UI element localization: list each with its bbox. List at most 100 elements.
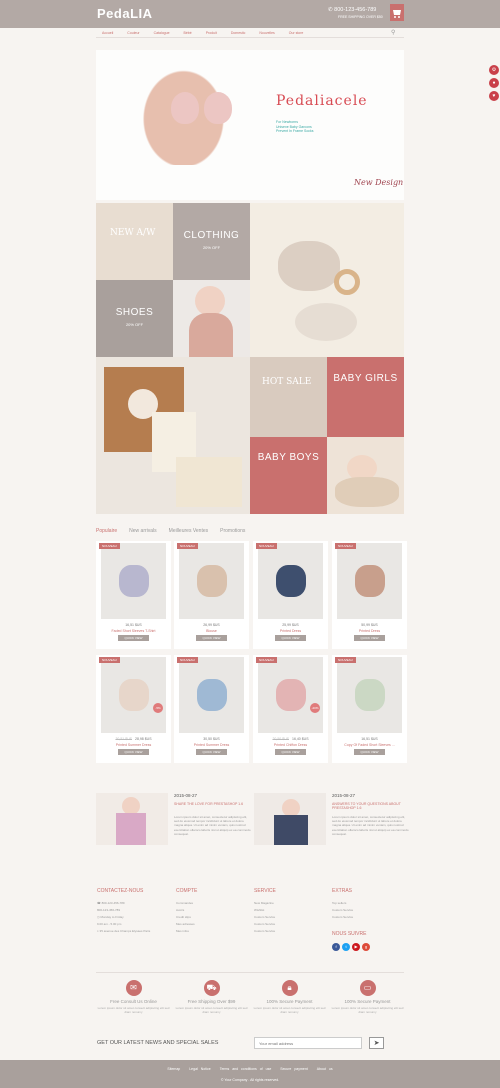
hot-sale-banner[interactable]: HOT SALE (250, 357, 327, 437)
quick-view-button[interactable]: QUICK VIEW (118, 749, 149, 755)
blog-title[interactable]: ANSWERS TO YOUR QUESTIONS ABOUT PRESTASH… (332, 802, 409, 810)
nav-item[interactable]: Produit (206, 31, 217, 35)
clothing-discount: 20% OFF (202, 245, 221, 250)
product-image[interactable] (337, 543, 402, 619)
nav-item[interactable]: Domestic (231, 31, 246, 35)
tab-popular[interactable]: Populaire (96, 528, 117, 534)
bottom-link[interactable]: Terms and conditions of use (220, 1067, 272, 1071)
quick-view-button[interactable]: QUICK VIEW (196, 749, 227, 755)
product-price: 16,51 $US (332, 737, 407, 741)
footer-link[interactable]: New Magazine (254, 900, 334, 907)
baby-boys-banner[interactable]: BABY BOYS (250, 437, 327, 514)
footer-link[interactable]: Top sellers (332, 900, 412, 907)
elephant-toy-photo[interactable] (250, 203, 404, 357)
footer-link[interactable]: Credit slips (176, 914, 256, 921)
blog-image[interactable] (254, 793, 326, 845)
product-image[interactable] (179, 657, 244, 733)
bottom-link[interactable]: Secure payment (280, 1067, 308, 1071)
product-name[interactable]: Printed Dress (332, 629, 407, 633)
product-name[interactable]: Printed Summer Dress (174, 743, 249, 747)
side-tool-1[interactable]: ⚙ (489, 65, 499, 75)
quick-view-button[interactable]: QUICK VIEW (275, 749, 306, 755)
site-logo[interactable]: PedaLIA (97, 6, 153, 21)
quick-view-button[interactable]: QUICK VIEW (196, 635, 227, 641)
youtube-icon[interactable]: ▶ (352, 943, 360, 951)
quick-view-button[interactable]: QUICK VIEW (275, 635, 306, 641)
product-card[interactable]: NOUVEAU 30,50 $US Printed Summer Dress QUIC… (174, 655, 249, 763)
product-name[interactable]: Copy Of Faded Short Sleeves ... (332, 743, 407, 747)
baby-girl-photo[interactable] (173, 280, 250, 357)
blog-post[interactable]: 2015-08-27 SHARE THE LOVE FOR PRESTASHOP… (96, 793, 251, 863)
footer-contact-title: CONTACTEZ-NOUS (97, 888, 144, 894)
current-price: 25,99 $US (282, 623, 299, 627)
product-name[interactable]: Faded Short Sleeves T-Shirt (96, 629, 171, 633)
gift-box-photo[interactable] (96, 357, 250, 514)
bottom-link[interactable]: Legal Notice (189, 1067, 210, 1071)
footer-link[interactable]: Commandes (176, 900, 256, 907)
tab-promotions[interactable]: Promotions (220, 528, 245, 534)
nav-item[interactable]: Nouvelles (259, 31, 274, 35)
footer-link[interactable]: Mes adresses (176, 921, 256, 928)
blog-image[interactable] (96, 793, 168, 845)
footer-link[interactable]: Custom Service (254, 914, 334, 921)
search-icon[interactable]: ⚲ (391, 29, 395, 36)
new-aw-banner[interactable]: NEW A/W (96, 203, 173, 280)
footer-link[interactable]: Custom Service (332, 907, 412, 914)
footer-link[interactable]: Custom Service (254, 928, 334, 935)
nav-item[interactable]: Our store (289, 31, 304, 35)
product-card[interactable]: NOUVEAU 16,51 $US Copy Of Faded Short Slee… (332, 655, 407, 763)
footer-link[interactable]: Avoirs (176, 907, 256, 914)
tab-new-arrivals[interactable]: New arrivals (129, 528, 157, 534)
current-price: 16,51 $US (361, 737, 378, 741)
product-image[interactable] (101, 543, 166, 619)
twitter-icon[interactable]: t (342, 943, 350, 951)
product-card[interactable]: -5% NOUVEAU 30,51 $US 28,98 $US Printed Summ… (96, 655, 171, 763)
nav-item[interactable]: Catalogue (154, 31, 170, 35)
product-card[interactable]: NOUVEAU 25,99 $US Printed Dress QUICK VIEW (253, 541, 328, 649)
product-image[interactable]: -20% (258, 657, 323, 733)
footer-account-title: COMPTE (176, 888, 198, 894)
product-image[interactable]: -5% (101, 657, 166, 733)
shoes-banner[interactable]: SHOES 20% OFF (96, 280, 173, 357)
bottom-link[interactable]: About us (317, 1067, 333, 1071)
product-image[interactable] (258, 543, 323, 619)
product-card[interactable]: NOUVEAU 26,99 $US Blouse QUICK VIEW (174, 541, 249, 649)
newsletter-email-input[interactable] (254, 1037, 362, 1049)
quick-view-button[interactable]: QUICK VIEW (354, 749, 385, 755)
baby-girls-banner[interactable]: BABY GIRLS (327, 357, 404, 437)
side-tool-3[interactable]: ♥ (489, 91, 499, 101)
sleeping-baby-photo[interactable] (327, 437, 404, 514)
product-name[interactable]: Blouse (174, 629, 249, 633)
footer-link[interactable]: Custom Service (332, 914, 412, 921)
newsletter-submit-button[interactable]: ➤ (369, 1037, 384, 1049)
nav-item[interactable]: Accueil (102, 31, 113, 35)
nav-item[interactable]: Couleur (127, 31, 139, 35)
bottom-link[interactable]: Sitemap (167, 1067, 180, 1071)
footer-link[interactable]: Wishlist (254, 907, 334, 914)
blog-title[interactable]: SHARE THE LOVE FOR PRESTASHOP 1.6 (174, 802, 251, 806)
product-card[interactable]: -20% NOUVEAU 20,50 $US 16,40 $US Printed Chi… (253, 655, 328, 763)
product-image[interactable] (337, 657, 402, 733)
product-card[interactable]: NOUVEAU 16,51 $US Faded Short Sleeves T-Sh… (96, 541, 171, 649)
product-image[interactable] (179, 543, 244, 619)
facebook-icon[interactable]: f (332, 943, 340, 951)
product-name[interactable]: Printed Dress (253, 629, 328, 633)
blog-post[interactable]: 2015-08-27 ANSWERS TO YOUR QUESTIONS ABO… (254, 793, 409, 863)
google-plus-icon[interactable]: g (362, 943, 370, 951)
hero-slider[interactable]: Pedaliacele For Newborns Unisexe Baby Ga… (96, 50, 404, 200)
truck-icon: ⛟ (203, 980, 220, 996)
product-card[interactable]: NOUVEAU 50,99 $US Printed Dress QUICK VIEW (332, 541, 407, 649)
side-tool-2[interactable]: ● (489, 78, 499, 88)
nav-item[interactable]: Bébé (184, 31, 192, 35)
quick-view-button[interactable]: QUICK VIEW (118, 635, 149, 641)
quick-view-button[interactable]: QUICK VIEW (354, 635, 385, 641)
product-name[interactable]: Printed Chiffon Dress (253, 743, 328, 747)
cart-button[interactable] (390, 4, 404, 21)
footer-link[interactable]: Custom Service (254, 921, 334, 928)
footer-link[interactable]: Mes infos (176, 928, 256, 935)
product-price: 30,50 $US (174, 737, 249, 741)
tab-best-sellers[interactable]: Meilleures Ventes (169, 528, 208, 534)
clothing-banner[interactable]: CLOTHING 20% OFF (173, 203, 250, 280)
product-name[interactable]: Printed Summer Dress (96, 743, 171, 747)
service-text: Lorem ipsum dolor sit amet consect adipi… (175, 1006, 248, 1014)
